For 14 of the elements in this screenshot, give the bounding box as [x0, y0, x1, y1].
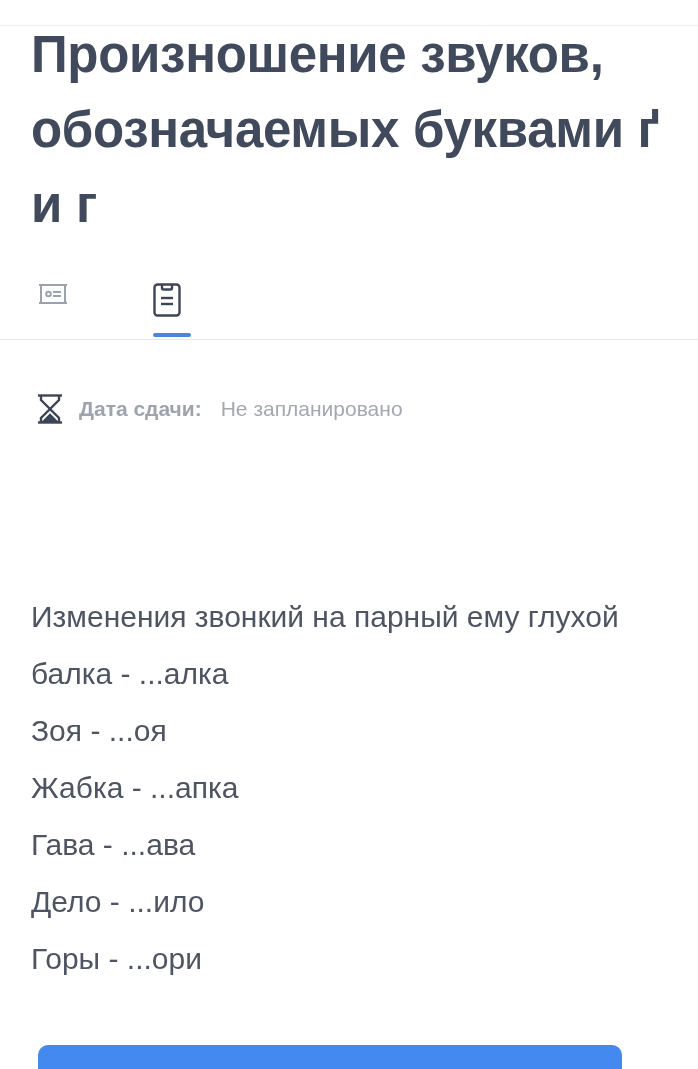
tab[interactable]	[153, 283, 191, 339]
text-line: Гава - ...ава	[31, 827, 197, 863]
due-date-label: Дата сдачи:	[79, 397, 202, 421]
clipboard-icon	[153, 283, 181, 317]
assignment-title: Произношение звуков, обозначаемых буквами ґ и г	[30, 25, 662, 235]
text-line: балка - ...алка	[31, 656, 230, 692]
text-line: Изменения звонкий на парный ему глухой	[31, 599, 620, 635]
hourglass-icon	[37, 394, 63, 424]
text-line: Жабка - ...апка	[31, 770, 240, 806]
text-line: Дело - ...ило	[31, 884, 206, 920]
text-line: Горы - ...ори	[31, 941, 203, 977]
due-date-value: Не запланировано	[220, 397, 403, 421]
presentation-board-icon	[38, 283, 68, 305]
text-line: Зоя - ...оя	[31, 713, 168, 749]
